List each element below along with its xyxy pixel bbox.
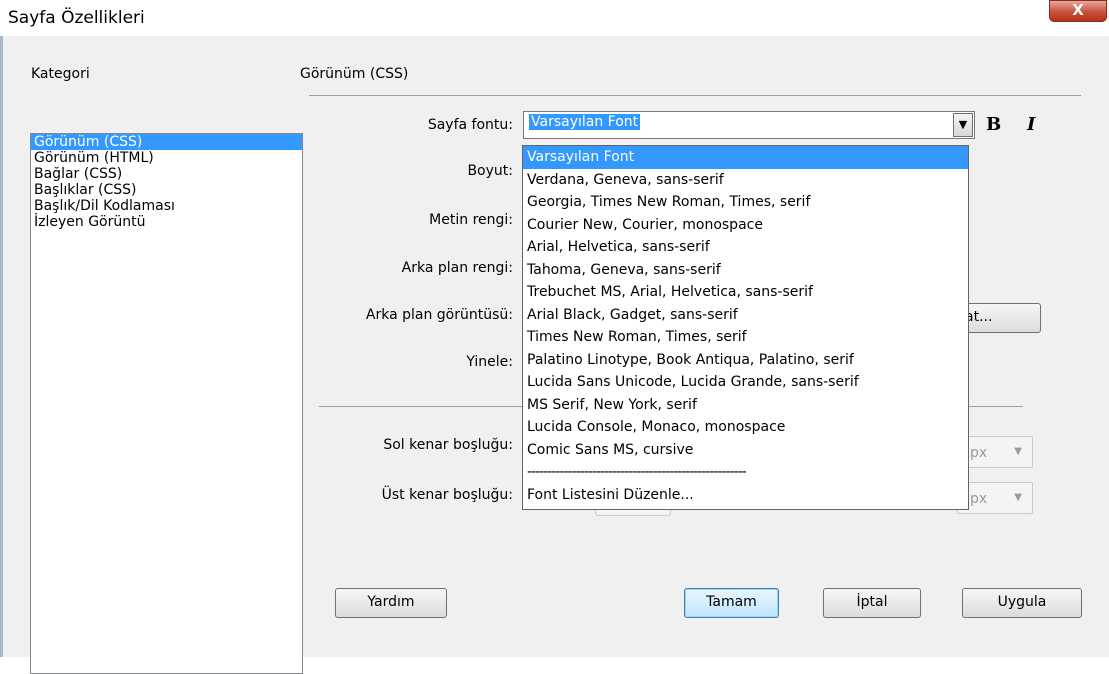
chevron-down-icon: ▼	[1014, 446, 1022, 457]
bg-color-label: Arka plan rengi:	[401, 260, 513, 276]
apply-button[interactable]: Uygula	[962, 588, 1082, 618]
dropdown-separator: ----------------------------------------…	[527, 464, 747, 480]
category-list[interactable]: Görünüm (CSS) Görünüm (HTML) Bağlar (CSS) B…	[30, 133, 303, 674]
category-label: Kategori	[31, 66, 90, 82]
category-item[interactable]: İzleyen Görüntü	[31, 214, 302, 230]
page-font-label: Sayfa fontu:	[427, 117, 513, 133]
help-button[interactable]: Yardım	[335, 588, 447, 618]
font-option[interactable]: MS Serif, New York, serif	[523, 394, 968, 417]
bg-image-label: Arka plan görüntüsü:	[365, 307, 513, 323]
font-option[interactable]: Trebuchet MS, Arial, Helvetica, sans-ser…	[523, 281, 968, 304]
font-option[interactable]: Comic Sans MS, cursive	[523, 439, 968, 462]
left-margin-label: Sol kenar boşluğu:	[383, 437, 513, 453]
top-margin-label: Üst kenar boşluğu:	[381, 487, 513, 503]
font-option[interactable]: Tahoma, Geneva, sans-serif	[523, 259, 968, 282]
category-item[interactable]: Başlıklar (CSS)	[31, 182, 302, 198]
left-margin-unit: px	[970, 445, 988, 461]
close-icon: X	[1072, 1, 1084, 19]
font-option[interactable]: Courier New, Courier, monospace	[523, 214, 968, 237]
window-title: Sayfa Özellikleri	[8, 8, 145, 28]
font-option[interactable]: Palatino Linotype, Book Antiqua, Palatin…	[523, 349, 968, 372]
browse-label: at...	[965, 309, 993, 325]
font-dropdown-list[interactable]: Varsayılan Font Verdana, Geneva, sans-ser…	[522, 145, 969, 510]
font-option[interactable]: Font Listesini Düzenle...	[523, 484, 968, 507]
font-option[interactable]: Georgia, Times New Roman, Times, serif	[523, 191, 968, 214]
category-item[interactable]: Görünüm (CSS)	[31, 134, 302, 150]
close-button[interactable]: X	[1049, 0, 1107, 22]
font-option[interactable]: Arial Black, Gadget, sans-serif	[523, 304, 968, 327]
cancel-button[interactable]: İptal	[823, 588, 921, 618]
section-title: Görünüm (CSS)	[300, 66, 409, 82]
page-font-select[interactable]: Varsayılan Font ▼	[523, 111, 975, 139]
italic-button[interactable]: I	[1027, 114, 1035, 135]
font-option[interactable]: Arial, Helvetica, sans-serif	[523, 236, 968, 259]
category-item[interactable]: Başlık/Dil Kodlaması	[31, 198, 302, 214]
text-color-label: Metin rengi:	[429, 212, 513, 228]
font-option[interactable]: Varsayılan Font	[523, 146, 968, 169]
category-item[interactable]: Görünüm (HTML)	[31, 150, 302, 166]
repeat-label: Yinele:	[466, 354, 513, 370]
chevron-down-icon[interactable]: ▼	[953, 113, 973, 137]
category-item[interactable]: Bağlar (CSS)	[31, 166, 302, 182]
title-bar: Sayfa Özellikleri X	[0, 0, 1109, 36]
font-option[interactable]: Times New Roman, Times, serif	[523, 326, 968, 349]
font-option[interactable]: Lucida Console, Monaco, monospace	[523, 416, 968, 439]
top-margin-unit: px	[970, 491, 988, 507]
size-label: Boyut:	[467, 163, 513, 179]
section-divider	[309, 95, 1081, 96]
font-option[interactable]: Verdana, Geneva, sans-serif	[523, 169, 968, 192]
font-option[interactable]: Lucida Sans Unicode, Lucida Grande, sans…	[523, 371, 968, 394]
ok-button[interactable]: Tamam	[684, 588, 779, 618]
bold-button[interactable]: B	[986, 114, 1001, 135]
chevron-down-icon: ▼	[1014, 492, 1022, 503]
page-font-value: Varsayılan Font	[529, 114, 641, 130]
